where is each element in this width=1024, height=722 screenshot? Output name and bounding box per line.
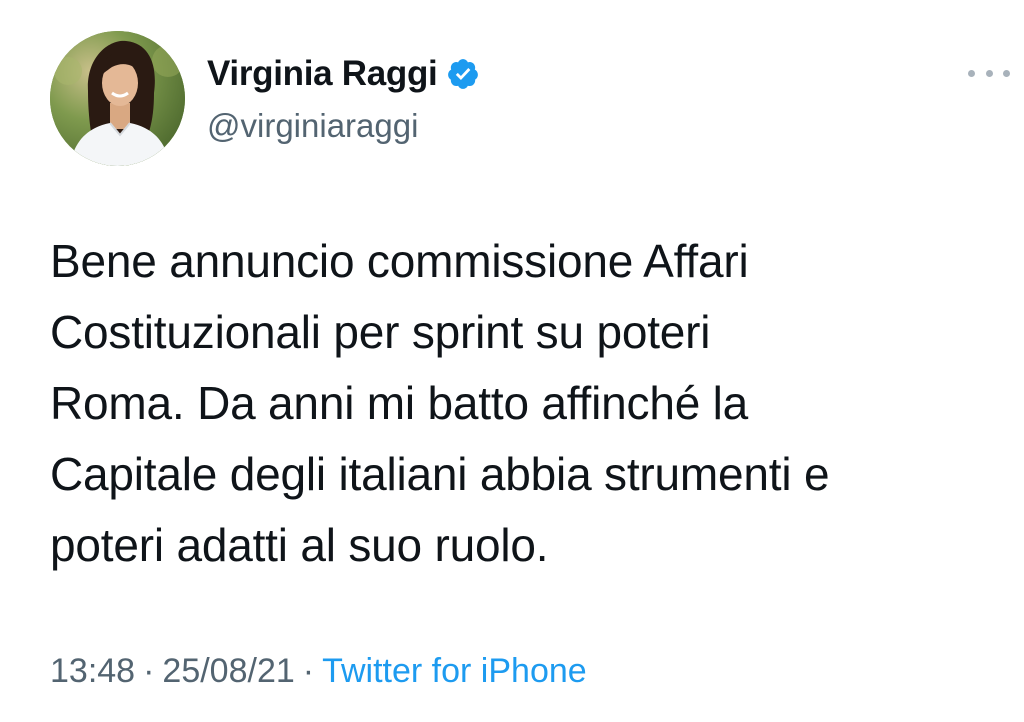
meta-separator: · xyxy=(143,652,155,690)
tweet-card: Virginia Raggi @virginiaraggi Bene annun… xyxy=(0,0,1024,722)
author-display-name[interactable]: Virginia Raggi xyxy=(207,52,438,96)
tweet-metadata: 13:48 · 25/08/21 · Twitter for iPhone xyxy=(50,648,587,694)
tweet-date[interactable]: 25/08/21 xyxy=(162,652,294,690)
tweet-text: Bene annuncio commissione Affari Costitu… xyxy=(50,235,830,571)
avatar[interactable] xyxy=(50,31,185,166)
more-dot xyxy=(1003,69,1010,77)
tweet-source-link[interactable]: Twitter for iPhone xyxy=(322,652,587,690)
author-handle[interactable]: @virginiaraggi xyxy=(207,104,418,148)
author-name-row[interactable]: Virginia Raggi xyxy=(207,52,480,96)
tweet-time[interactable]: 13:48 xyxy=(50,652,135,690)
more-dot xyxy=(985,69,993,77)
more-options-icon[interactable] xyxy=(968,60,1010,86)
meta-separator: · xyxy=(302,652,315,690)
more-dot xyxy=(968,69,975,77)
verified-badge-icon xyxy=(446,57,480,91)
